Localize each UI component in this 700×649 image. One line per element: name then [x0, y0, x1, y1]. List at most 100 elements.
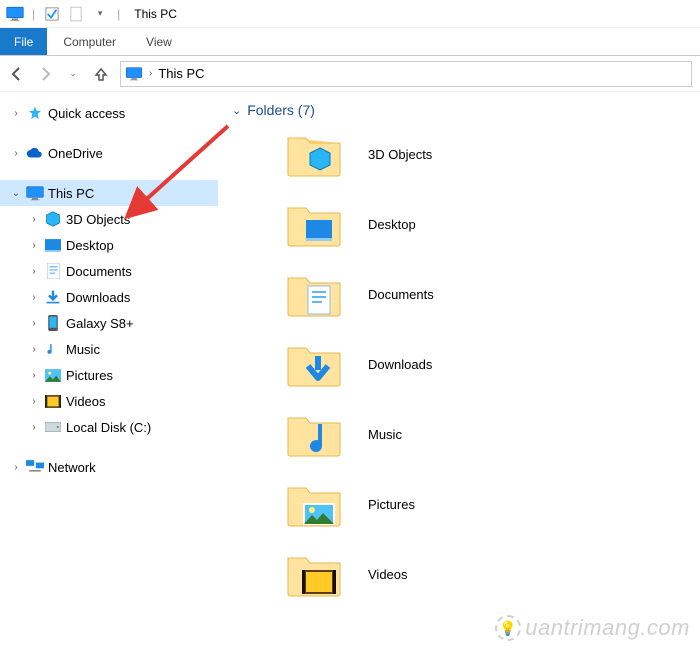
chevron-right-icon[interactable]: ›	[10, 148, 22, 159]
bulb-icon: 💡	[495, 615, 521, 641]
tab-view[interactable]: View	[132, 28, 186, 55]
desktop-icon	[44, 236, 62, 254]
tree-item-videos[interactable]: › Videos	[0, 388, 218, 414]
group-header-folders[interactable]: ⌄ Folders (7)	[232, 102, 700, 118]
chevron-right-icon[interactable]: ›	[28, 422, 40, 433]
folder-label: Downloads	[368, 357, 432, 372]
recent-dropdown-icon[interactable]: ⌄	[64, 65, 82, 83]
tree-quick-access[interactable]: › Quick access	[0, 100, 218, 126]
content-pane: ⌄ Folders (7) 3D Objects Desktop D	[218, 92, 700, 649]
watermark: 💡 uantrimang.com	[495, 615, 690, 641]
tree-label: Videos	[66, 394, 106, 409]
drive-icon	[44, 418, 62, 436]
folder-music[interactable]: Music	[286, 410, 700, 458]
chevron-right-icon[interactable]: ›	[28, 266, 40, 277]
tree-label: Quick access	[48, 106, 125, 121]
tree-label: Music	[66, 342, 100, 357]
tree-label: Pictures	[66, 368, 113, 383]
folder-icon	[286, 130, 342, 178]
tree-label: Documents	[66, 264, 132, 279]
folder-3d-objects[interactable]: 3D Objects	[286, 130, 700, 178]
tree-item-downloads[interactable]: › Downloads	[0, 284, 218, 310]
folder-label: Music	[368, 427, 402, 442]
qat-dropdown-icon[interactable]: ▾	[91, 5, 109, 23]
picture-icon	[44, 366, 62, 384]
address-bar[interactable]: › This PC	[120, 61, 692, 87]
watermark-text: uantrimang.com	[525, 615, 690, 641]
tree-item-desktop[interactable]: › Desktop	[0, 232, 218, 258]
folder-label: Videos	[368, 567, 408, 582]
document-icon	[44, 262, 62, 280]
chevron-right-icon[interactable]: ›	[28, 318, 40, 329]
chevron-right-icon[interactable]: ›	[10, 462, 22, 473]
chevron-right-icon[interactable]: ›	[149, 68, 152, 79]
folder-label: Pictures	[368, 497, 415, 512]
download-icon	[44, 288, 62, 306]
tree-item-local-disk[interactable]: › Local Disk (C:)	[0, 414, 218, 440]
monitor-icon	[6, 5, 24, 23]
network-icon	[26, 458, 44, 476]
tree-label: Network	[48, 460, 96, 475]
tree-item-3d-objects[interactable]: › 3D Objects	[0, 206, 218, 232]
monitor-icon	[26, 184, 44, 202]
tree-onedrive[interactable]: › OneDrive	[0, 140, 218, 166]
tree-label: Desktop	[66, 238, 114, 253]
tree-item-pictures[interactable]: › Pictures	[0, 362, 218, 388]
folder-desktop[interactable]: Desktop	[286, 200, 700, 248]
tree-item-documents[interactable]: › Documents	[0, 258, 218, 284]
nav-row: ⌄ › This PC	[0, 56, 700, 92]
folder-videos[interactable]: Videos	[286, 550, 700, 598]
tree-label: Local Disk (C:)	[66, 420, 151, 435]
ribbon-tabs: File Computer View	[0, 28, 700, 56]
page-icon[interactable]	[67, 5, 85, 23]
tree-network[interactable]: › Network	[0, 454, 218, 480]
chevron-right-icon[interactable]: ›	[10, 108, 22, 119]
folder-list: 3D Objects Desktop Documents Downloads	[232, 124, 700, 598]
cube-icon	[44, 210, 62, 228]
group-label: Folders (7)	[247, 102, 315, 118]
qat-separator: |	[32, 7, 35, 21]
back-button[interactable]	[8, 65, 26, 83]
tab-computer[interactable]: Computer	[49, 28, 130, 55]
chevron-right-icon[interactable]: ›	[28, 240, 40, 251]
chevron-right-icon[interactable]: ›	[28, 292, 40, 303]
folder-documents[interactable]: Documents	[286, 270, 700, 318]
tree-label: Galaxy S8+	[66, 316, 134, 331]
window-title: This PC	[134, 7, 177, 21]
tree-label: OneDrive	[48, 146, 103, 161]
nav-tree: › Quick access › OneDrive ⌄ This PC ›	[0, 92, 218, 649]
folder-icon	[286, 200, 342, 248]
chevron-down-icon[interactable]: ⌄	[10, 188, 22, 199]
folder-label: Documents	[368, 287, 434, 302]
folder-pictures[interactable]: Pictures	[286, 480, 700, 528]
music-icon	[44, 340, 62, 358]
tree-item-galaxy[interactable]: › Galaxy S8+	[0, 310, 218, 336]
folder-icon	[286, 410, 342, 458]
chevron-right-icon[interactable]: ›	[28, 370, 40, 381]
folder-icon	[286, 550, 342, 598]
chevron-right-icon[interactable]: ›	[28, 344, 40, 355]
up-button[interactable]	[92, 65, 110, 83]
cloud-icon	[26, 144, 44, 162]
checkbox-icon[interactable]	[43, 5, 61, 23]
tree-item-music[interactable]: › Music	[0, 336, 218, 362]
tree-label: Downloads	[66, 290, 130, 305]
monitor-icon	[125, 67, 143, 81]
forward-button[interactable]	[36, 65, 54, 83]
address-text[interactable]: This PC	[158, 66, 204, 81]
chevron-right-icon[interactable]: ›	[28, 214, 40, 225]
folder-downloads[interactable]: Downloads	[286, 340, 700, 388]
chevron-right-icon[interactable]: ›	[28, 396, 40, 407]
title-separator: |	[117, 7, 120, 21]
star-icon	[26, 104, 44, 122]
tree-this-pc[interactable]: ⌄ This PC	[0, 180, 218, 206]
folder-icon	[286, 340, 342, 388]
tree-label: 3D Objects	[66, 212, 130, 227]
chevron-down-icon[interactable]: ⌄	[232, 104, 241, 117]
tab-file[interactable]: File	[0, 28, 47, 55]
folder-label: 3D Objects	[368, 147, 432, 162]
folder-icon	[286, 480, 342, 528]
folder-icon	[286, 270, 342, 318]
folder-label: Desktop	[368, 217, 416, 232]
tree-label: This PC	[48, 186, 94, 201]
